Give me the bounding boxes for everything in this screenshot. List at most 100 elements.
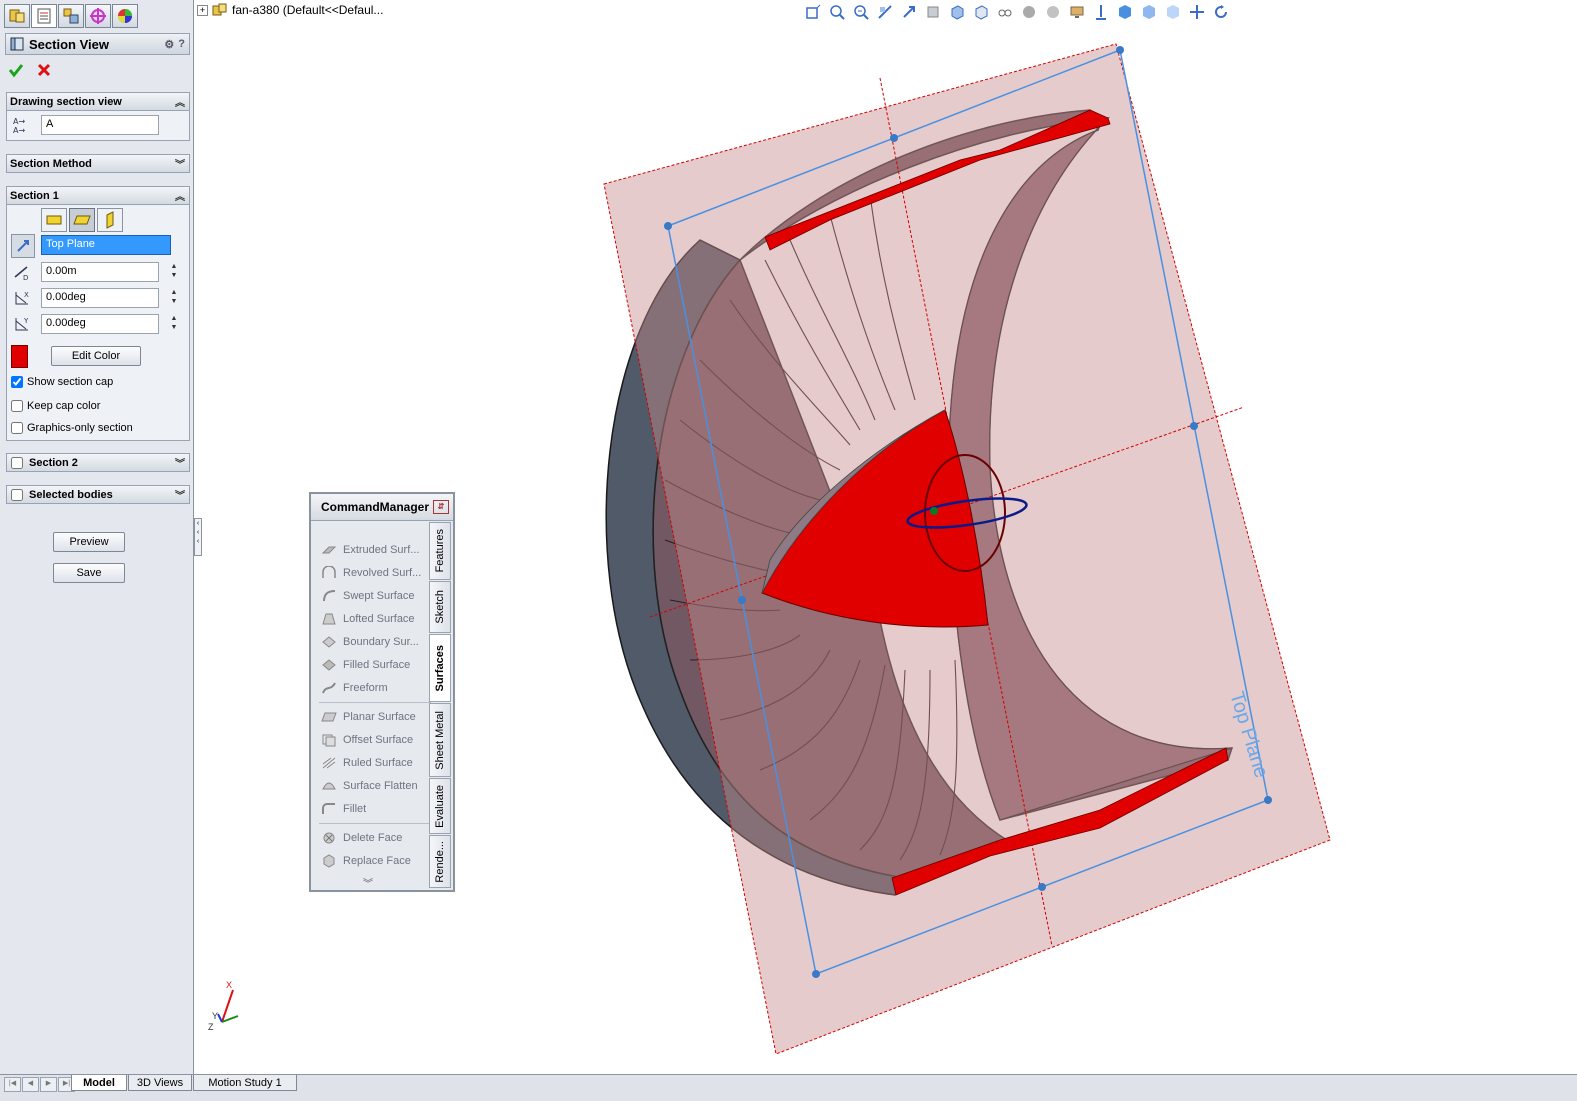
section-method-header[interactable]: Section Method ︾ [6,154,190,173]
selected-bodies-header[interactable]: Selected bodies ︾ [6,485,190,504]
configuration-manager-tab[interactable] [58,4,84,28]
cancel-x-icon[interactable] [36,62,52,78]
tab-sheet-metal[interactable]: Sheet Metal [429,703,451,777]
svg-text:X: X [24,291,29,299]
ruled-surface-icon [322,757,336,769]
top-plane-button[interactable] [69,208,95,232]
save-button[interactable]: Save [53,563,125,583]
property-manager-tab[interactable] [31,4,57,28]
swept-surface-item[interactable]: Swept Surface [321,589,415,603]
rotation-x-spinner[interactable]: ▲ ▼ [167,288,181,308]
prev-tab-arrow-icon[interactable]: ◀ [22,1077,39,1092]
display-style-icon[interactable] [948,3,966,21]
rotation-y-spinner[interactable]: ▲ ▼ [167,314,181,334]
view-settings-icon[interactable] [1044,3,1062,21]
section-view-tool-icon[interactable] [876,3,894,21]
fillet-item[interactable]: Fillet [321,802,366,816]
rotation-y-input[interactable]: 0.00deg [41,314,159,334]
freeform-item[interactable]: Freeform [321,681,388,695]
svg-text:A→: A→ [13,126,25,135]
part-icon [212,3,227,16]
more-chevron-icon[interactable]: ︾ [363,875,373,890]
filled-surface-item[interactable]: Filled Surface [321,658,410,672]
section1-body: Top Plane D 0.00m ▲ ▼ X 0.00deg ▲ ▼ Y 0.00… [6,205,190,441]
expand-plus-icon[interactable]: + [197,4,208,16]
front-view-icon[interactable] [1140,3,1158,21]
previous-view-icon[interactable] [852,3,870,21]
right-plane-button[interactable] [97,208,123,232]
replace-face-item[interactable]: Replace Face [321,854,411,868]
next-tab-arrow-icon[interactable]: ▶ [40,1077,57,1092]
feature-manager-tab[interactable] [4,4,30,28]
drawing-section-view-header[interactable]: Drawing section view ︽ [6,92,190,111]
command-manager-title-bar[interactable]: CommandManager ⇵ [311,494,453,521]
preview-button[interactable]: Preview [53,532,125,552]
rotation-x-input[interactable]: 0.00deg [41,288,159,308]
section-label-input[interactable]: A [41,115,159,135]
graphics-only-checkbox[interactable] [11,422,23,434]
section2-checkbox[interactable] [11,456,23,469]
tab-features[interactable]: Features [429,522,451,580]
help-icon[interactable]: ? [178,38,185,51]
tab-render[interactable]: Rende... [429,835,451,888]
section2-header[interactable]: Section 2 ︾ [6,453,190,472]
reference-triad: X Y Z [208,980,239,1032]
triad-view-icon[interactable] [1092,3,1110,21]
front-plane-icon [46,215,62,225]
selected-bodies-checkbox[interactable] [11,488,23,501]
show-section-cap-checkbox[interactable] [11,376,23,388]
configuration-icon [63,8,79,24]
normal-to-icon[interactable] [1164,3,1182,21]
boundary-surface-item[interactable]: Boundary Sur... [321,635,419,649]
tab-motion-study-1[interactable]: Motion Study 1 [193,1075,297,1091]
offset-spinner[interactable]: ▲ ▼ [167,262,181,282]
ruled-surface-item[interactable]: Ruled Surface [321,756,413,770]
hide-show-icon[interactable] [972,3,990,21]
fillet-icon [322,803,335,814]
surface-flatten-item[interactable]: Surface Flatten [321,779,418,793]
extruded-surface-item[interactable]: Extruded Surf... [321,543,419,557]
separator [319,702,431,703]
feature-tree-root[interactable]: + fan-a380 (Default<<Defaul... [197,3,383,17]
tab-evaluate[interactable]: Evaluate [429,778,451,834]
right-plane-icon [106,211,114,229]
rotate-view-icon[interactable] [1212,3,1230,21]
first-tab-arrow-icon[interactable]: |◀ [4,1077,21,1092]
section1-header[interactable]: Section 1 ︽ [6,186,190,205]
monitor-icon[interactable] [1068,3,1086,21]
section-plane-input[interactable]: Top Plane [41,235,171,255]
tab-3d-views[interactable]: 3D Views [128,1075,192,1091]
plane-reference-icon[interactable] [11,234,35,258]
details-icon[interactable]: ⚙ [164,38,174,51]
tab-surfaces[interactable]: Surfaces [429,634,451,702]
revolved-surface-item[interactable]: Revolved Surf... [321,566,421,580]
pan-icon[interactable] [1188,3,1206,21]
tab-sketch[interactable]: Sketch [429,581,451,633]
edit-appearance-icon[interactable] [996,3,1014,21]
offset-distance-input[interactable]: 0.00m [41,262,159,282]
revolved-surface-icon [322,566,336,578]
display-manager-tab[interactable] [112,4,138,28]
zoom-to-fit-icon[interactable] [804,3,822,21]
delete-face-item[interactable]: Delete Face [321,831,402,845]
pin-icon[interactable]: ⇵ [433,500,449,514]
apply-scene-icon[interactable] [1020,3,1038,21]
planar-surface-item[interactable]: Planar Surface [321,710,416,724]
triad-center[interactable] [930,507,938,515]
rotation-x-icon: X [11,287,33,309]
keep-cap-color-checkbox[interactable] [11,400,23,412]
dynamic-annotation-icon[interactable] [900,3,918,21]
dimxpert-manager-tab[interactable] [85,4,111,28]
zoom-to-area-icon[interactable] [828,3,846,21]
section-label-icon: A→ A→ [11,114,33,136]
front-plane-button[interactable] [41,208,67,232]
view-orientation-icon[interactable] [924,3,942,21]
edit-color-button[interactable]: Edit Color [51,346,141,366]
svg-text:Y: Y [23,317,29,325]
tab-model[interactable]: Model [71,1075,127,1091]
ok-checkmark-icon[interactable] [8,62,24,78]
isometric-view-icon[interactable] [1116,3,1134,21]
svg-text:Y: Y [212,1011,218,1021]
offset-surface-item[interactable]: Offset Surface [321,733,413,747]
lofted-surface-item[interactable]: Lofted Surface [321,612,415,626]
